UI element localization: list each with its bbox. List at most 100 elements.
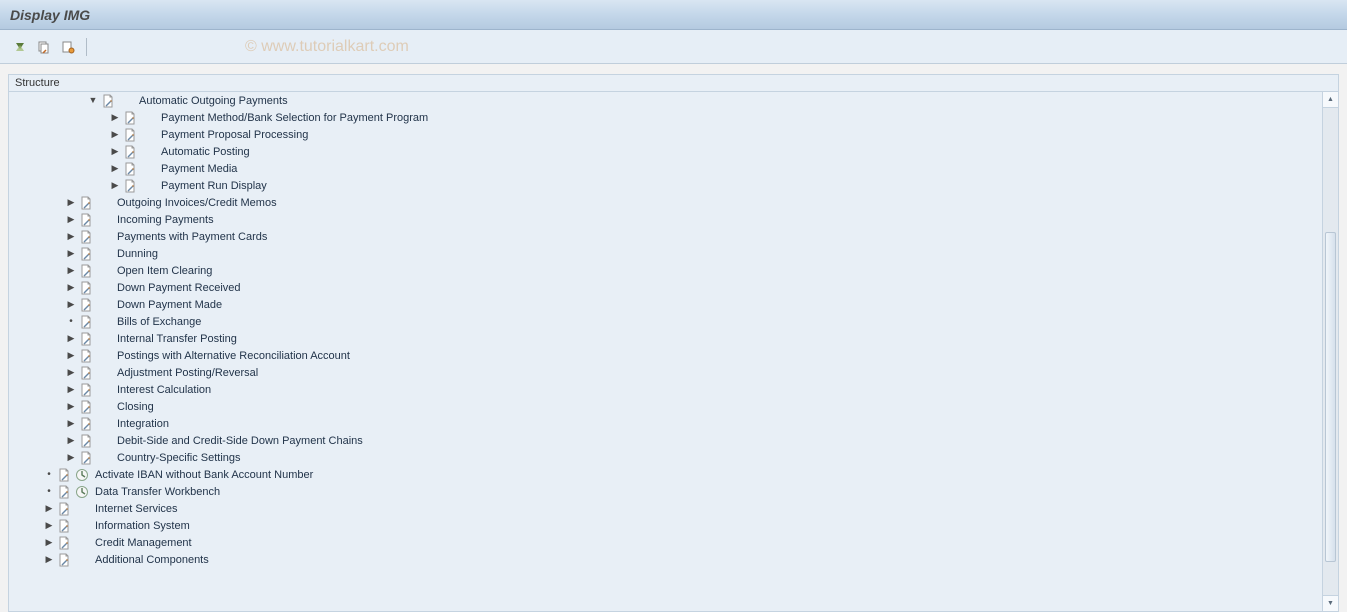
tree-row[interactable]: ▶ Internal Transfer Posting xyxy=(9,330,1322,347)
document-icon[interactable] xyxy=(79,332,93,346)
expand-icon[interactable]: ▶ xyxy=(65,367,77,379)
tree-node-label[interactable]: Activate IBAN without Bank Account Numbe… xyxy=(95,469,313,481)
scroll-up-arrow-icon[interactable]: ▲ xyxy=(1323,92,1338,108)
expand-icon[interactable]: ▶ xyxy=(65,418,77,430)
expand-icon[interactable]: ▶ xyxy=(43,503,55,515)
document-icon[interactable] xyxy=(57,485,71,499)
tree-node-label[interactable]: Information System xyxy=(95,520,190,532)
tree-node-label[interactable]: Data Transfer Workbench xyxy=(95,486,220,498)
tree-row[interactable]: ▶ Payments with Payment Cards xyxy=(9,228,1322,245)
tree-row[interactable]: ▶ Open Item Clearing xyxy=(9,262,1322,279)
tree-row[interactable]: ▶ Automatic Posting xyxy=(9,143,1322,160)
tree-row[interactable]: ▶ Incoming Payments xyxy=(9,211,1322,228)
execute-activity-icon[interactable] xyxy=(75,468,89,482)
expand-icon[interactable]: ▶ xyxy=(65,452,77,464)
tree-node-label[interactable]: Payment Run Display xyxy=(161,180,267,192)
tree-row[interactable]: ▶ Additional Components xyxy=(9,551,1322,568)
document-icon[interactable] xyxy=(79,247,93,261)
existing-bc-sets-icon[interactable] xyxy=(34,37,54,57)
tree-node-label[interactable]: Interest Calculation xyxy=(117,384,211,396)
tree-node-label[interactable]: Automatic Posting xyxy=(161,146,250,158)
expand-icon[interactable]: ▶ xyxy=(43,520,55,532)
document-icon[interactable] xyxy=(79,298,93,312)
scrollbar-thumb[interactable] xyxy=(1325,232,1336,562)
document-icon[interactable] xyxy=(79,230,93,244)
document-icon[interactable] xyxy=(57,553,71,567)
tree-node-label[interactable]: Payment Method/Bank Selection for Paymen… xyxy=(161,112,428,124)
tree-node-label[interactable]: Dunning xyxy=(117,248,158,260)
tree-node-label[interactable]: Payments with Payment Cards xyxy=(117,231,267,243)
tree-node-label[interactable]: Adjustment Posting/Reversal xyxy=(117,367,258,379)
expand-icon[interactable]: ▶ xyxy=(65,333,77,345)
tree-node-label[interactable]: Integration xyxy=(117,418,169,430)
tree-row[interactable]: ▶ Down Payment Received xyxy=(9,279,1322,296)
document-icon[interactable] xyxy=(79,281,93,295)
tree-node-label[interactable]: Down Payment Made xyxy=(117,299,222,311)
tree-row[interactable]: ▶ Adjustment Posting/Reversal xyxy=(9,364,1322,381)
document-icon[interactable] xyxy=(57,536,71,550)
tree-row[interactable]: ▼ Automatic Outgoing Payments xyxy=(9,92,1322,109)
document-icon[interactable] xyxy=(79,264,93,278)
expand-icon[interactable]: ▶ xyxy=(65,265,77,277)
expand-icon[interactable]: ▶ xyxy=(43,554,55,566)
img-tree[interactable]: ▼ Automatic Outgoing Payments ▶ Payment M… xyxy=(9,92,1322,611)
tree-node-label[interactable]: Additional Components xyxy=(95,554,209,566)
expand-icon[interactable]: ▶ xyxy=(109,180,121,192)
expand-icon[interactable]: ▶ xyxy=(109,129,121,141)
tree-row[interactable]: ▶ Integration xyxy=(9,415,1322,432)
document-icon[interactable] xyxy=(79,366,93,380)
tree-row[interactable]: ▶ Credit Management xyxy=(9,534,1322,551)
tree-row[interactable]: ▶ Debit-Side and Credit-Side Down Paymen… xyxy=(9,432,1322,449)
tree-row[interactable]: ▶ Information System xyxy=(9,517,1322,534)
expand-icon[interactable]: ▶ xyxy=(65,282,77,294)
execute-activity-icon[interactable] xyxy=(75,485,89,499)
tree-node-label[interactable]: Debit-Side and Credit-Side Down Payment … xyxy=(117,435,363,447)
tree-node-label[interactable]: Open Item Clearing xyxy=(117,265,212,277)
expand-icon[interactable]: ▶ xyxy=(43,537,55,549)
tree-node-label[interactable]: Internet Services xyxy=(95,503,178,515)
tree-row[interactable]: • Data Transfer Workbench xyxy=(9,483,1322,500)
tree-row[interactable]: • Bills of Exchange xyxy=(9,313,1322,330)
expand-collapse-icon[interactable] xyxy=(10,37,30,57)
expand-icon[interactable]: ▶ xyxy=(65,197,77,209)
expand-icon[interactable]: ▶ xyxy=(65,384,77,396)
document-icon[interactable] xyxy=(123,145,137,159)
tree-row[interactable]: ▶ Country-Specific Settings xyxy=(9,449,1322,466)
tree-row[interactable]: ▶ Payment Run Display xyxy=(9,177,1322,194)
tree-node-label[interactable]: Payment Media xyxy=(161,163,237,175)
vertical-scrollbar[interactable]: ▲ ▼ xyxy=(1322,92,1338,611)
collapse-icon[interactable]: ▼ xyxy=(87,95,99,107)
document-icon[interactable] xyxy=(79,434,93,448)
document-icon[interactable] xyxy=(123,162,137,176)
tree-row[interactable]: ▶ Closing xyxy=(9,398,1322,415)
tree-node-label[interactable]: Incoming Payments xyxy=(117,214,214,226)
document-icon[interactable] xyxy=(101,94,115,108)
expand-icon[interactable]: ▶ xyxy=(65,435,77,447)
tree-node-label[interactable]: Down Payment Received xyxy=(117,282,241,294)
expand-icon[interactable]: ▶ xyxy=(65,214,77,226)
document-icon[interactable] xyxy=(123,128,137,142)
tree-row[interactable]: ▶ Payment Proposal Processing xyxy=(9,126,1322,143)
expand-icon[interactable]: ▶ xyxy=(109,163,121,175)
expand-icon[interactable]: ▶ xyxy=(65,350,77,362)
tree-node-label[interactable]: Payment Proposal Processing xyxy=(161,129,308,141)
expand-icon[interactable]: ▶ xyxy=(65,231,77,243)
document-icon[interactable] xyxy=(79,196,93,210)
document-icon[interactable] xyxy=(79,417,93,431)
tree-node-label[interactable]: Closing xyxy=(117,401,154,413)
tree-row[interactable]: ▶ Internet Services xyxy=(9,500,1322,517)
tree-row[interactable]: ▶ Dunning xyxy=(9,245,1322,262)
document-icon[interactable] xyxy=(57,519,71,533)
tree-node-label[interactable]: Postings with Alternative Reconciliation… xyxy=(117,350,350,362)
expand-icon[interactable]: ▶ xyxy=(65,401,77,413)
tree-node-label[interactable]: Automatic Outgoing Payments xyxy=(139,95,288,107)
tree-node-label[interactable]: Bills of Exchange xyxy=(117,316,201,328)
document-icon[interactable] xyxy=(123,111,137,125)
document-icon[interactable] xyxy=(57,502,71,516)
expand-icon[interactable]: ▶ xyxy=(65,248,77,260)
expand-icon[interactable]: ▶ xyxy=(109,112,121,124)
tree-row[interactable]: ▶ Interest Calculation xyxy=(9,381,1322,398)
tree-node-label[interactable]: Country-Specific Settings xyxy=(117,452,241,464)
tree-node-label[interactable]: Internal Transfer Posting xyxy=(117,333,237,345)
tree-row[interactable]: ▶ Outgoing Invoices/Credit Memos xyxy=(9,194,1322,211)
